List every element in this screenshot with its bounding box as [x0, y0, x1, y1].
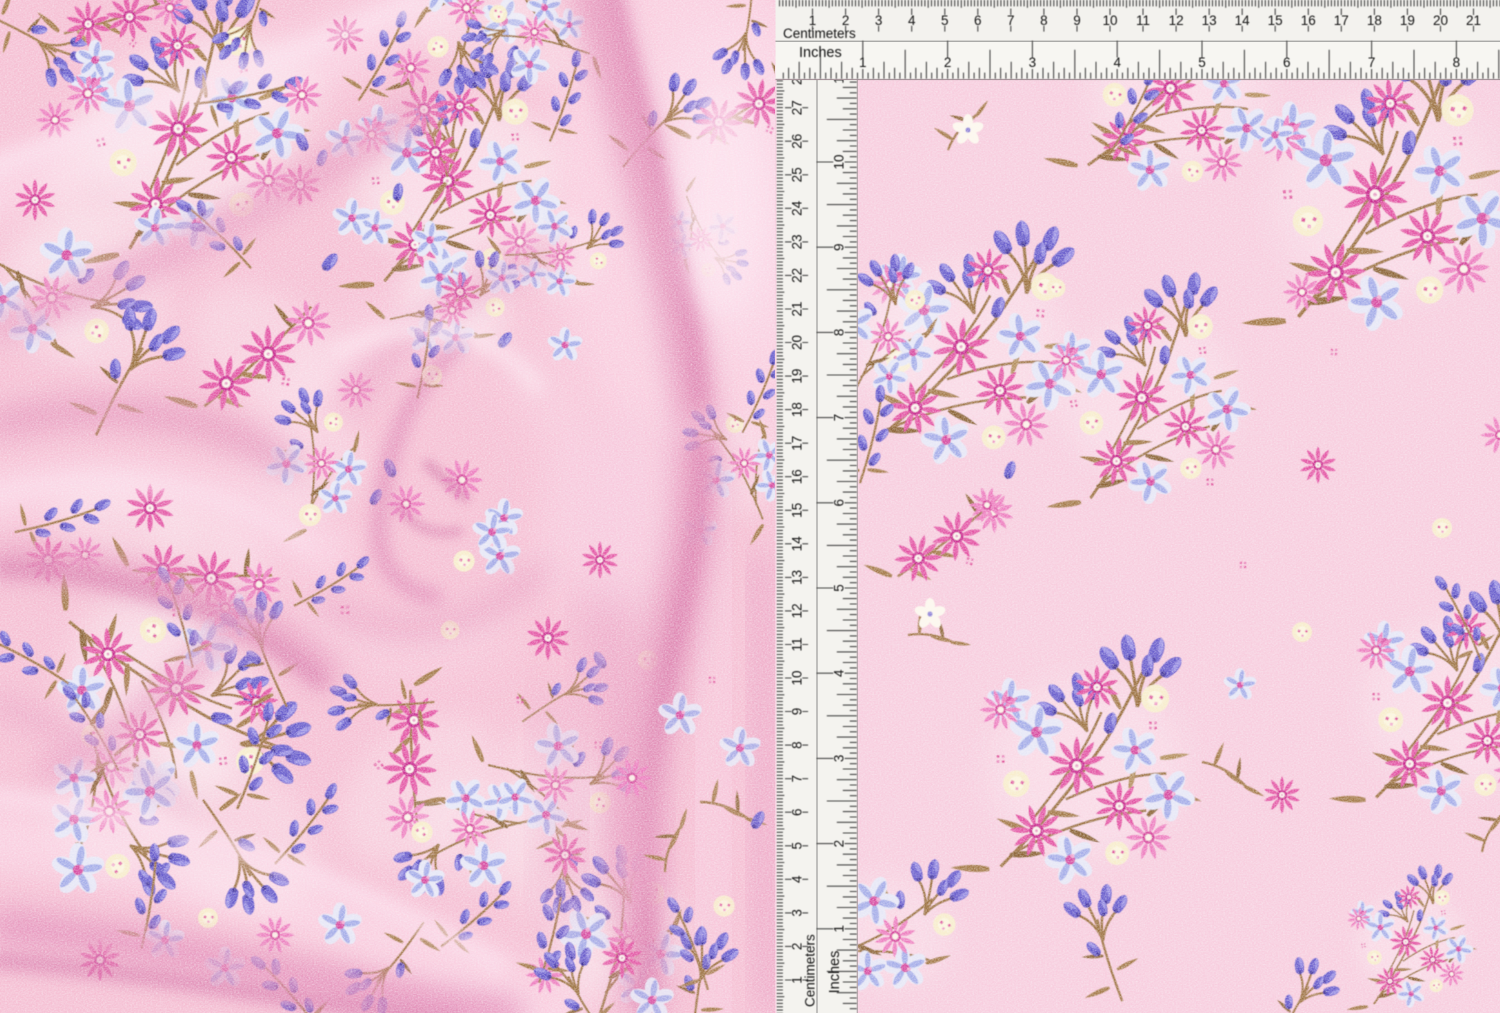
svg-text:8: 8: [831, 329, 846, 337]
svg-text:25: 25: [789, 167, 804, 182]
svg-text:17: 17: [1334, 13, 1349, 28]
svg-text:24: 24: [789, 200, 804, 216]
svg-text:20: 20: [789, 335, 804, 350]
svg-text:10: 10: [789, 670, 804, 685]
svg-text:23: 23: [789, 234, 804, 249]
svg-text:7: 7: [1368, 55, 1376, 70]
svg-text:6: 6: [974, 13, 982, 28]
svg-text:5: 5: [831, 584, 846, 592]
svg-text:3: 3: [831, 755, 846, 763]
svg-text:13: 13: [789, 570, 804, 585]
svg-text:18: 18: [1367, 13, 1382, 28]
svg-text:15: 15: [789, 503, 804, 518]
svg-text:6: 6: [831, 499, 846, 507]
svg-text:12: 12: [1169, 13, 1184, 28]
svg-text:4: 4: [1113, 55, 1121, 70]
svg-text:2: 2: [944, 55, 952, 70]
svg-text:18: 18: [789, 402, 804, 417]
svg-text:3: 3: [875, 13, 883, 28]
svg-text:Centimeters: Centimeters: [803, 934, 818, 1007]
svg-text:6: 6: [789, 808, 804, 816]
svg-text:15: 15: [1268, 13, 1283, 28]
svg-text:Inches: Inches: [827, 951, 843, 994]
svg-text:19: 19: [1400, 13, 1415, 28]
svg-text:5: 5: [1198, 55, 1206, 70]
svg-text:Inches: Inches: [799, 45, 842, 61]
svg-text:10: 10: [1102, 13, 1117, 28]
svg-text:4: 4: [831, 669, 846, 677]
svg-text:14: 14: [1235, 13, 1251, 28]
svg-text:10: 10: [831, 154, 846, 169]
svg-text:14: 14: [789, 536, 804, 552]
svg-text:3: 3: [1029, 55, 1037, 70]
svg-text:8: 8: [1453, 55, 1461, 70]
svg-text:20: 20: [1433, 13, 1448, 28]
svg-text:4: 4: [908, 13, 916, 28]
svg-text:11: 11: [1136, 13, 1150, 28]
svg-text:21: 21: [1466, 13, 1481, 28]
svg-text:22: 22: [789, 268, 804, 283]
svg-text:Centimeters: Centimeters: [783, 26, 856, 41]
svg-text:3: 3: [789, 909, 804, 917]
svg-text:7: 7: [1007, 13, 1015, 28]
svg-text:5: 5: [789, 842, 804, 850]
svg-text:16: 16: [789, 469, 804, 484]
svg-text:17: 17: [789, 436, 804, 451]
svg-text:1: 1: [831, 925, 846, 933]
svg-text:6: 6: [1283, 55, 1291, 70]
svg-text:1: 1: [859, 55, 867, 70]
svg-text:21: 21: [789, 301, 804, 316]
svg-text:26: 26: [789, 134, 804, 149]
svg-text:13: 13: [1202, 13, 1217, 28]
svg-text:4: 4: [789, 875, 804, 883]
svg-text:11: 11: [789, 637, 804, 651]
svg-text:5: 5: [941, 13, 949, 28]
svg-text:8: 8: [1040, 13, 1048, 28]
svg-text:7: 7: [789, 775, 804, 783]
svg-text:9: 9: [831, 243, 846, 251]
svg-text:9: 9: [789, 708, 804, 716]
svg-text:7: 7: [831, 414, 846, 422]
svg-text:2: 2: [831, 840, 846, 848]
svg-text:8: 8: [789, 741, 804, 749]
svg-text:19: 19: [789, 369, 804, 384]
svg-text:27: 27: [789, 100, 804, 115]
svg-text:16: 16: [1301, 13, 1316, 28]
svg-text:12: 12: [789, 603, 804, 618]
svg-text:9: 9: [1073, 13, 1081, 28]
